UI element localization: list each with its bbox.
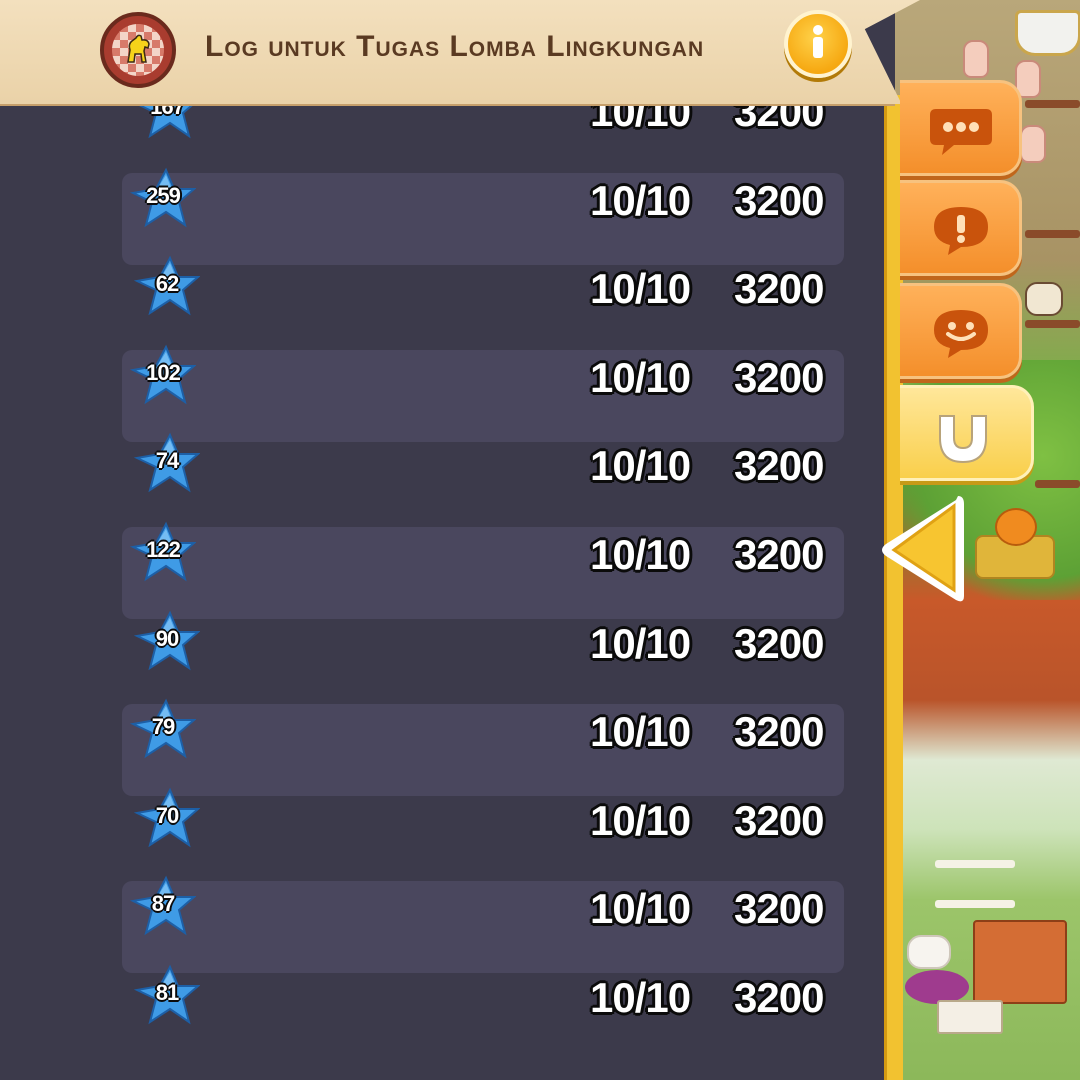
info-button[interactable]: [784, 10, 852, 78]
player-level: 122: [146, 537, 181, 562]
player-level: 74: [155, 448, 179, 474]
bookshelf-decoration: [973, 920, 1067, 1004]
table-row: 81 10/10 3200: [122, 964, 844, 1062]
task-progress: 10/10: [590, 531, 691, 578]
collapse-arrow-button[interactable]: [876, 490, 966, 610]
smile-bubble-icon: [934, 310, 988, 358]
fence: [1025, 230, 1080, 238]
table-row: 87 10/10 3200: [122, 876, 844, 974]
level-star-icon: 102: [130, 344, 196, 406]
table-row: 70 10/10 3200: [122, 787, 844, 885]
task-points: 3200: [734, 708, 824, 756]
player-level: 62: [155, 271, 179, 297]
fence: [1025, 320, 1080, 328]
level-star-icon: 74: [134, 432, 200, 494]
white-fence: [935, 860, 1015, 868]
horse-logo-icon: [100, 12, 176, 88]
white-fence: [935, 900, 1015, 908]
tab-horseshoe[interactable]: [900, 385, 1034, 481]
tab-chat[interactable]: [900, 80, 1022, 176]
tab-alerts[interactable]: [900, 180, 1022, 276]
bathtub-decoration: [1015, 10, 1080, 56]
level-star-icon: 81: [134, 964, 200, 1026]
task-points: 3200: [734, 265, 824, 313]
pumpkin-icon: [995, 508, 1037, 546]
level-star-icon: 90: [134, 610, 200, 672]
task-progress: 10/10: [590, 265, 691, 313]
task-progress: 10/10: [590, 708, 691, 756]
player-level: 70: [155, 802, 179, 828]
tab-emotes[interactable]: [900, 283, 1022, 379]
player-level: 259: [146, 182, 181, 208]
task-points: 3200: [734, 176, 824, 224]
pig-icon: [1020, 125, 1046, 163]
task-log-list[interactable]: 167 10/10 3200 259 10/10 3200 62 10/10 3200 102 10…: [0, 78, 884, 1080]
player-level: 81: [155, 980, 179, 1005]
cushion-decoration: [905, 970, 969, 1004]
task-progress: 10/10: [590, 796, 691, 844]
pig-icon: [963, 40, 989, 78]
fence: [1035, 480, 1080, 488]
player-level: 90: [155, 625, 179, 651]
task-points: 3200: [734, 619, 824, 667]
dog-icon: [907, 935, 951, 969]
task-progress: 10/10: [590, 974, 691, 1021]
table-row: 74 10/10 3200: [122, 433, 844, 530]
task-progress: 10/10: [590, 176, 691, 224]
table-row: 122 10/10 3200: [122, 521, 844, 619]
player-level: 102: [146, 359, 181, 385]
open-book-icon: [937, 1000, 1003, 1034]
task-progress: 10/10: [590, 619, 691, 667]
level-star-icon: 62: [134, 255, 200, 317]
task-points: 3200: [734, 974, 824, 1021]
page-title: Log untuk Tugas Lomba Lingkungan: [205, 30, 705, 63]
task-progress: 10/10: [590, 885, 691, 933]
task-progress: 10/10: [590, 353, 691, 401]
alert-bubble-icon: [934, 207, 988, 255]
level-star-icon: 79: [130, 698, 196, 760]
fence: [1025, 100, 1080, 108]
task-points: 3200: [734, 353, 824, 401]
table-row: 62 10/10 3200: [122, 255, 844, 353]
level-star-icon: 87: [130, 875, 196, 937]
chat-bubble-icon: [930, 109, 992, 155]
table-row: 79 10/10 3200: [122, 698, 844, 797]
level-star-icon: 122: [130, 521, 196, 583]
level-star-icon: 70: [134, 787, 200, 849]
player-level: 79: [151, 714, 175, 740]
info-icon: [813, 25, 823, 58]
level-star-icon: 259: [130, 167, 196, 229]
task-points: 3200: [734, 885, 824, 933]
horseshoe-icon: [939, 415, 987, 464]
task-points: 3200: [734, 442, 824, 490]
player-level: 87: [151, 891, 175, 917]
task-points: 3200: [734, 531, 824, 578]
table-row: 102 10/10 3200: [122, 344, 844, 442]
table-row: 90 10/10 3200: [122, 610, 844, 708]
table-row: 259 10/10 3200: [122, 167, 844, 265]
cow-icon: [1025, 282, 1063, 316]
task-progress: 10/10: [590, 442, 691, 490]
task-points: 3200: [734, 796, 824, 844]
